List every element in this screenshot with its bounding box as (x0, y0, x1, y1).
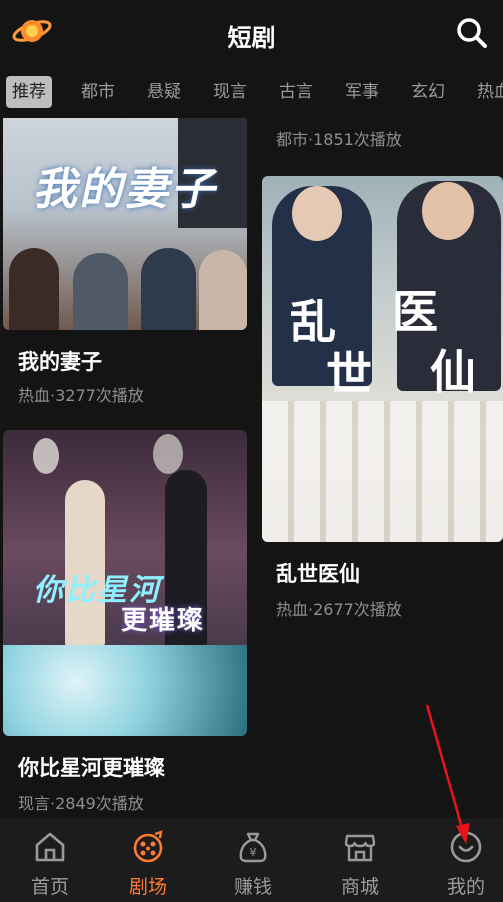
poster-title-char-4: 仙 (430, 345, 478, 399)
tab-passion[interactable]: 热血 (471, 76, 503, 108)
profile-icon (450, 831, 482, 863)
nav-label: 赚钱 (233, 876, 272, 898)
app-root: 短剧 推荐 都市 悬疑 现言 古言 军事 玄幻 热血 我的妻子 我的妻子 热血·… (0, 0, 503, 902)
page-title: 短剧 (227, 24, 276, 52)
drama-card[interactable]: 我的妻子 我的妻子 热血·3277次播放 (0, 118, 250, 408)
search-icon[interactable] (455, 16, 489, 50)
drama-meta: 现言·2849次播放 (18, 794, 144, 813)
drama-card[interactable]: 你比星河 更璀璨 你比星河更璀璨 现言·2849次播放 (0, 428, 250, 818)
drama-title: 你比星河更璀璨 (18, 756, 165, 780)
poster-title-char-2: 世 (326, 347, 374, 401)
nav-label: 商城 (340, 876, 379, 898)
drama-meta: 热血·3277次播放 (18, 386, 144, 405)
nav-label: 我的 (446, 876, 485, 898)
category-tabs: 推荐 都市 悬疑 现言 古言 军事 玄幻 热血 (0, 72, 503, 112)
drama-meta: 热血·2677次播放 (276, 600, 402, 619)
nav-profile[interactable]: 我的 (416, 818, 503, 902)
nav-theater[interactable]: 剧场 (98, 818, 198, 902)
store-icon (344, 834, 376, 862)
poster-title-text-2: 更璀璨 (121, 606, 206, 636)
drama-card[interactable]: 都市·1851次播放 (262, 118, 503, 158)
tab-modern-romance[interactable]: 现言 (207, 76, 253, 108)
tab-suspense[interactable]: 悬疑 (141, 76, 187, 108)
money-bag-icon: ¥ (239, 832, 267, 863)
nav-home[interactable]: 首页 (0, 818, 100, 902)
poster-title-text: 我的妻子 (30, 164, 226, 215)
drama-title: 我的妻子 (18, 350, 102, 374)
poster-image: 乱 世 医 仙 (262, 176, 503, 542)
poster-image: 你比星河 更璀璨 (3, 430, 247, 736)
tab-recommend[interactable]: 推荐 (6, 76, 52, 108)
drama-feed: 我的妻子 我的妻子 热血·3277次播放 你比星河 更璀璨 你比星河更璀璨 现言… (0, 118, 503, 818)
drama-card[interactable]: 乱 世 医 仙 乱世医仙 热血·2677次播放 (262, 176, 503, 676)
tab-ancient-romance[interactable]: 古言 (273, 76, 319, 108)
svg-text:¥: ¥ (250, 846, 257, 859)
home-icon (35, 832, 65, 862)
tab-urban[interactable]: 都市 (75, 76, 121, 108)
drama-meta: 都市·1851次播放 (276, 130, 402, 149)
nav-earn[interactable]: ¥ 赚钱 (203, 818, 303, 902)
nav-label: 首页 (30, 876, 69, 898)
drama-title: 乱世医仙 (276, 562, 360, 586)
top-header: 短剧 (0, 0, 503, 66)
nav-store[interactable]: 商城 (310, 818, 410, 902)
poster-title-char-3: 医 (392, 285, 440, 339)
poster-image: 我的妻子 (3, 118, 247, 330)
theater-icon (133, 830, 163, 863)
tab-military[interactable]: 军事 (339, 76, 385, 108)
bottom-nav: 首页 剧场 ¥ 赚钱 商城 我的 (0, 818, 503, 902)
tab-fantasy[interactable]: 玄幻 (405, 76, 451, 108)
nav-label: 剧场 (128, 876, 167, 898)
